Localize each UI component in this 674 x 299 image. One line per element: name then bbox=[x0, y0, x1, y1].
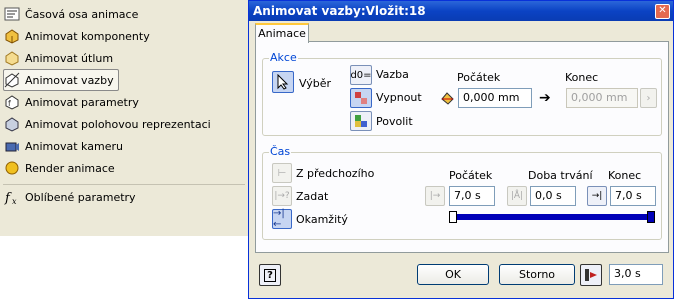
end-marker-icon: →| bbox=[591, 191, 603, 201]
animate-parameters-icon: f bbox=[4, 94, 20, 110]
suppress-button[interactable] bbox=[350, 88, 372, 108]
time-start-label: Počátek bbox=[449, 169, 493, 182]
from-previous-button[interactable]: ⊢ bbox=[272, 163, 292, 183]
close-icon[interactable]: ✕ bbox=[655, 4, 670, 19]
menu-item-animate-fade[interactable]: Animovat útlum bbox=[4, 48, 113, 68]
menu-divider bbox=[3, 184, 245, 185]
enable-icon bbox=[355, 115, 367, 127]
constraint-icon: d0= bbox=[350, 69, 372, 81]
render-animation-icon bbox=[4, 160, 20, 176]
menu-item-timeline[interactable]: Časová osa animace bbox=[4, 4, 138, 24]
instant-label: Okamžitý bbox=[296, 213, 348, 226]
constraint-label: Vazba bbox=[376, 68, 409, 81]
end-value-input[interactable]: 0,000 mm bbox=[566, 88, 638, 108]
suppress-label: Vypnout bbox=[376, 91, 422, 104]
start-label: Počátek bbox=[457, 71, 501, 84]
constraint-button[interactable]: d0= bbox=[350, 65, 372, 85]
tab-animace[interactable]: Animace bbox=[255, 23, 309, 43]
chevron-right-icon: › bbox=[646, 92, 651, 104]
fx-icon: fx bbox=[4, 189, 20, 205]
specify-label: Zadat bbox=[296, 190, 329, 203]
instant-icon: →|← bbox=[273, 208, 285, 230]
dialog-title: Animovat vazby:Vložit:18 bbox=[253, 4, 426, 18]
play-options-button[interactable] bbox=[580, 264, 602, 286]
animate-constraints-icon bbox=[4, 72, 20, 88]
title-bar[interactable]: Animovat vazby:Vložit:18 ✕ bbox=[249, 1, 673, 21]
from-previous-label: Z předchozího bbox=[296, 167, 375, 180]
animate-constraints-dialog: Animovat vazby:Vložit:18 ✕ Animace Akce … bbox=[248, 0, 674, 299]
timeline-icon bbox=[4, 6, 20, 22]
end-label: Konec bbox=[565, 71, 599, 84]
measure-icon[interactable] bbox=[440, 90, 456, 106]
menu-item-label: Animovat kameru bbox=[25, 139, 123, 153]
menu-item-label: Animovat polohovou reprezentaci bbox=[25, 117, 211, 131]
menu-item-label: Oblíbené parametry bbox=[25, 190, 136, 204]
menu-item-animate-camera[interactable]: Animovat kameru bbox=[4, 136, 123, 156]
tab-panel: Akce Výběr d0= Vazba Vypnout Povolit Poč… bbox=[255, 41, 669, 253]
instant-button[interactable]: →|← bbox=[272, 208, 292, 230]
ok-button[interactable]: OK bbox=[417, 264, 489, 285]
help-icon: ? bbox=[264, 268, 276, 282]
animate-camera-icon bbox=[4, 138, 20, 154]
duration-pick-button[interactable]: |Å| bbox=[507, 186, 527, 206]
time-slider[interactable] bbox=[449, 211, 655, 223]
duration-label: Doba trvání bbox=[528, 169, 593, 182]
time-start-input[interactable]: 7,0 s bbox=[449, 186, 495, 206]
end-expand-button[interactable]: › bbox=[640, 88, 657, 108]
menu-item-label: Animovat útlum bbox=[25, 51, 114, 65]
start-marker-icon: |→ bbox=[429, 191, 441, 201]
select-button[interactable] bbox=[272, 71, 294, 93]
start-pick-button[interactable]: |→ bbox=[425, 186, 445, 206]
end-pick-button[interactable]: →| bbox=[587, 186, 607, 206]
svg-text:x: x bbox=[12, 197, 17, 205]
help-button[interactable]: ? bbox=[259, 264, 281, 286]
menu-item-animate-positional[interactable]: Animovat polohovou reprezentaci bbox=[4, 114, 211, 134]
duration-icon: |Å| bbox=[510, 191, 524, 201]
menu-item-label: Animovat komponenty bbox=[25, 29, 150, 43]
animate-fade-icon bbox=[4, 50, 20, 66]
cancel-button[interactable]: Storno bbox=[499, 264, 575, 285]
time-slider-track bbox=[453, 214, 651, 220]
menu-item-label: Render animace bbox=[25, 161, 115, 175]
select-label: Výběr bbox=[299, 77, 332, 90]
time-slider-start-handle[interactable] bbox=[449, 211, 457, 223]
specify-icon: |→? bbox=[274, 191, 290, 201]
animate-components-icon bbox=[4, 28, 20, 44]
cas-group: Čas ⊢ Z předchozího |→? Zadat →|← Okamži… bbox=[262, 145, 662, 240]
specify-button[interactable]: |→? bbox=[272, 186, 292, 206]
akce-group: Akce Výběr d0= Vazba Vypnout Povolit Poč… bbox=[262, 51, 662, 136]
enable-label: Povolit bbox=[376, 115, 413, 128]
suppress-icon bbox=[355, 92, 367, 104]
menu-item-favorite-parameters[interactable]: fx Oblíbené parametry bbox=[4, 187, 136, 207]
animate-positional-icon bbox=[4, 116, 20, 132]
menu-item-animate-components[interactable]: Animovat komponenty bbox=[4, 26, 150, 46]
time-end-input[interactable]: 7,0 s bbox=[610, 186, 656, 206]
playback-time-input[interactable]: 3,0 s bbox=[609, 264, 663, 285]
akce-group-title: Akce bbox=[269, 51, 298, 64]
pointer-icon bbox=[277, 74, 289, 90]
menu-item-label: Animovat vazby bbox=[25, 73, 114, 87]
enable-button[interactable] bbox=[350, 111, 372, 131]
arrow-right-icon: ➔ bbox=[539, 90, 551, 106]
start-value-input[interactable]: 0,000 mm bbox=[458, 88, 532, 108]
from-previous-icon: ⊢ bbox=[277, 167, 287, 179]
menu-item-animate-constraints[interactable]: Animovat vazby bbox=[3, 69, 119, 91]
menu-item-label: Časová osa animace bbox=[25, 7, 139, 21]
svg-text:f: f bbox=[4, 191, 12, 205]
menu-panel: Časová osa animace Animovat komponenty A… bbox=[0, 0, 248, 236]
menu-item-render-animation[interactable]: Render animace bbox=[4, 158, 115, 178]
duration-input[interactable]: 0,0 s bbox=[530, 186, 576, 206]
svg-text:f: f bbox=[8, 99, 11, 108]
cas-group-title: Čas bbox=[269, 145, 292, 158]
play-options-icon bbox=[585, 269, 597, 281]
time-slider-end-handle[interactable] bbox=[647, 211, 655, 223]
menu-item-animate-parameters[interactable]: f Animovat parametry bbox=[4, 92, 139, 112]
menu-item-label: Animovat parametry bbox=[25, 95, 139, 109]
time-end-label: Konec bbox=[608, 169, 642, 182]
